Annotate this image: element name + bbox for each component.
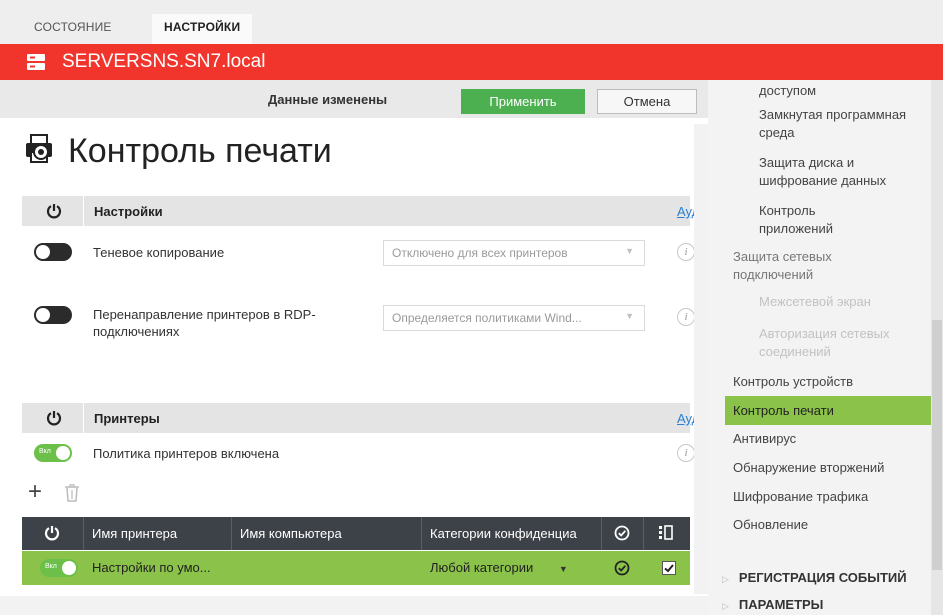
column-computer-name[interactable]: Имя компьютера	[232, 517, 422, 550]
info-icon[interactable]: i	[677, 243, 695, 261]
sidebar-item-update[interactable]: Обновление	[733, 516, 938, 534]
shadow-copy-toggle[interactable]	[34, 243, 72, 261]
settings-section-header: Настройки Ауд	[22, 196, 699, 226]
action-bar: Данные изменены Применить Отмена	[0, 80, 708, 118]
main-vertical-scrollbar[interactable]	[694, 124, 708, 594]
sidebar-item-traffic-encryption[interactable]: Шифрование трафика	[733, 488, 938, 506]
printer-policy-label: Политика принтеров включена	[93, 446, 280, 461]
sidebar-item-intrusion-detection[interactable]: Обнаружение вторжений	[733, 459, 938, 477]
tab-settings[interactable]: НАСТРОЙКИ	[152, 14, 253, 44]
info-icon[interactable]: i	[677, 444, 695, 462]
rdp-redirect-select[interactable]: Определяется политиками Wind... ▼	[383, 305, 645, 331]
column-select[interactable]	[644, 517, 690, 550]
sidebar-item-disk-protection[interactable]: Защита диска и шифрование данных	[759, 154, 919, 190]
check-circle-icon	[614, 525, 630, 541]
sidebar-item-network-protection[interactable]: Защита сетевых подключений	[733, 248, 873, 284]
main-panel: Данные изменены Применить Отмена Контрол…	[0, 80, 708, 615]
toggle-on-text: Вкл	[39, 448, 51, 455]
sidebar-item-antivirus[interactable]: Антивирус	[733, 430, 938, 448]
main-horizontal-scrollbar[interactable]	[0, 596, 708, 615]
shadow-copy-select[interactable]: Отключено для всех принтеров ▼	[383, 240, 645, 266]
sidebar-item-print-control[interactable]: Контроль печати	[725, 396, 943, 425]
sidebar-item-firewall: Межсетевой экран	[759, 294, 871, 309]
cancel-button[interactable]: Отмена	[597, 89, 697, 114]
settings-section-title: Настройки	[94, 204, 163, 219]
settings-power-toggle[interactable]	[22, 196, 84, 226]
sidebar-group-label: ПАРАМЕТРЫ	[738, 597, 824, 612]
sidebar-item-closed-environment[interactable]: Замкнутая программная среда	[759, 106, 929, 142]
chevron-right-icon: ▷	[722, 574, 729, 584]
sidebar-group-parameters[interactable]: ▷ ПАРАМЕТРЫ	[722, 597, 823, 612]
tab-status[interactable]: СОСТОЯНИЕ	[22, 14, 124, 44]
settings-sidebar: доступом Замкнутая программная среда Защ…	[708, 80, 943, 615]
sidebar-item-network-auth: Авторизация сетевых соединений	[759, 326, 890, 359]
columns-icon	[659, 525, 673, 540]
printer-policy-toggle[interactable]: Вкл	[34, 444, 72, 462]
server-icon	[27, 54, 45, 70]
toggle-on-text: Вкл	[45, 563, 57, 570]
chevron-down-icon: ▼	[558, 564, 568, 574]
sidebar-item-app-control[interactable]: Контроль приложений	[759, 202, 869, 238]
sidebar-group-event-logging[interactable]: ▷ РЕГИСТРАЦИЯ СОБЫТИЙ	[722, 570, 907, 585]
power-icon	[46, 204, 62, 219]
column-status[interactable]	[602, 517, 644, 550]
sidebar-item-device-control[interactable]: Контроль устройств	[733, 373, 938, 391]
trash-icon[interactable]	[64, 484, 80, 502]
column-enabled[interactable]	[22, 517, 84, 550]
page-title: Контроль печати	[68, 132, 332, 170]
row-printer-name: Настройки по умо...	[92, 560, 211, 575]
power-icon	[46, 411, 62, 426]
rdp-redirect-label: Перенаправление принтеров в RDP-подключе…	[93, 307, 316, 339]
row-status	[614, 560, 630, 576]
info-icon[interactable]: i	[677, 308, 695, 326]
printers-section-title: Принтеры	[94, 411, 160, 426]
chevron-right-icon: ▷	[722, 601, 729, 611]
row-enabled-toggle[interactable]: Вкл	[40, 559, 78, 577]
rdp-redirect-toggle[interactable]	[34, 306, 72, 324]
chevron-down-icon: ▼	[625, 246, 634, 256]
printers-power-toggle[interactable]	[22, 403, 84, 433]
printer-shield-icon	[26, 134, 52, 163]
rdp-redirect-select-value: Определяется политиками Wind...	[392, 311, 582, 325]
sidebar-scrollbar[interactable]	[931, 80, 943, 615]
sidebar-group-label: РЕГИСТРАЦИЯ СОБЫТИЙ	[738, 570, 907, 585]
row-select-checkbox[interactable]	[662, 561, 676, 575]
printers-table-header: Имя принтера Имя компьютера Категории ко…	[22, 517, 690, 550]
shadow-copy-label: Теневое копирование	[93, 245, 225, 260]
chevron-down-icon: ▼	[625, 311, 634, 321]
column-printer-name[interactable]: Имя принтера	[84, 517, 232, 550]
add-icon[interactable]: +	[28, 480, 42, 504]
checkmark-icon	[664, 564, 674, 573]
power-icon	[44, 526, 60, 541]
sidebar-scroll-thumb[interactable]	[932, 320, 942, 570]
column-categories[interactable]: Категории конфиденциа	[422, 517, 602, 550]
server-name: SERVERSNS.SN7.local	[62, 51, 266, 72]
row-category-value: Любой категории	[430, 560, 534, 575]
printers-section-header: Принтеры Ауд	[22, 403, 699, 433]
changes-status: Данные изменены	[268, 92, 388, 107]
apply-button[interactable]: Применить	[461, 89, 585, 114]
shadow-copy-select-value: Отключено для всех принтеров	[392, 246, 568, 260]
row-category-select[interactable]: Любой категории ▼	[430, 551, 568, 585]
table-row[interactable]: Вкл Настройки по умо... Любой категории …	[22, 551, 690, 585]
top-tabs: СОСТОЯНИЕ НАСТРОЙКИ	[0, 0, 943, 44]
server-titlebar: SERVERSNS.SN7.local	[0, 44, 943, 80]
check-circle-icon	[614, 560, 630, 576]
sidebar-item-access[interactable]: доступом	[759, 82, 943, 100]
